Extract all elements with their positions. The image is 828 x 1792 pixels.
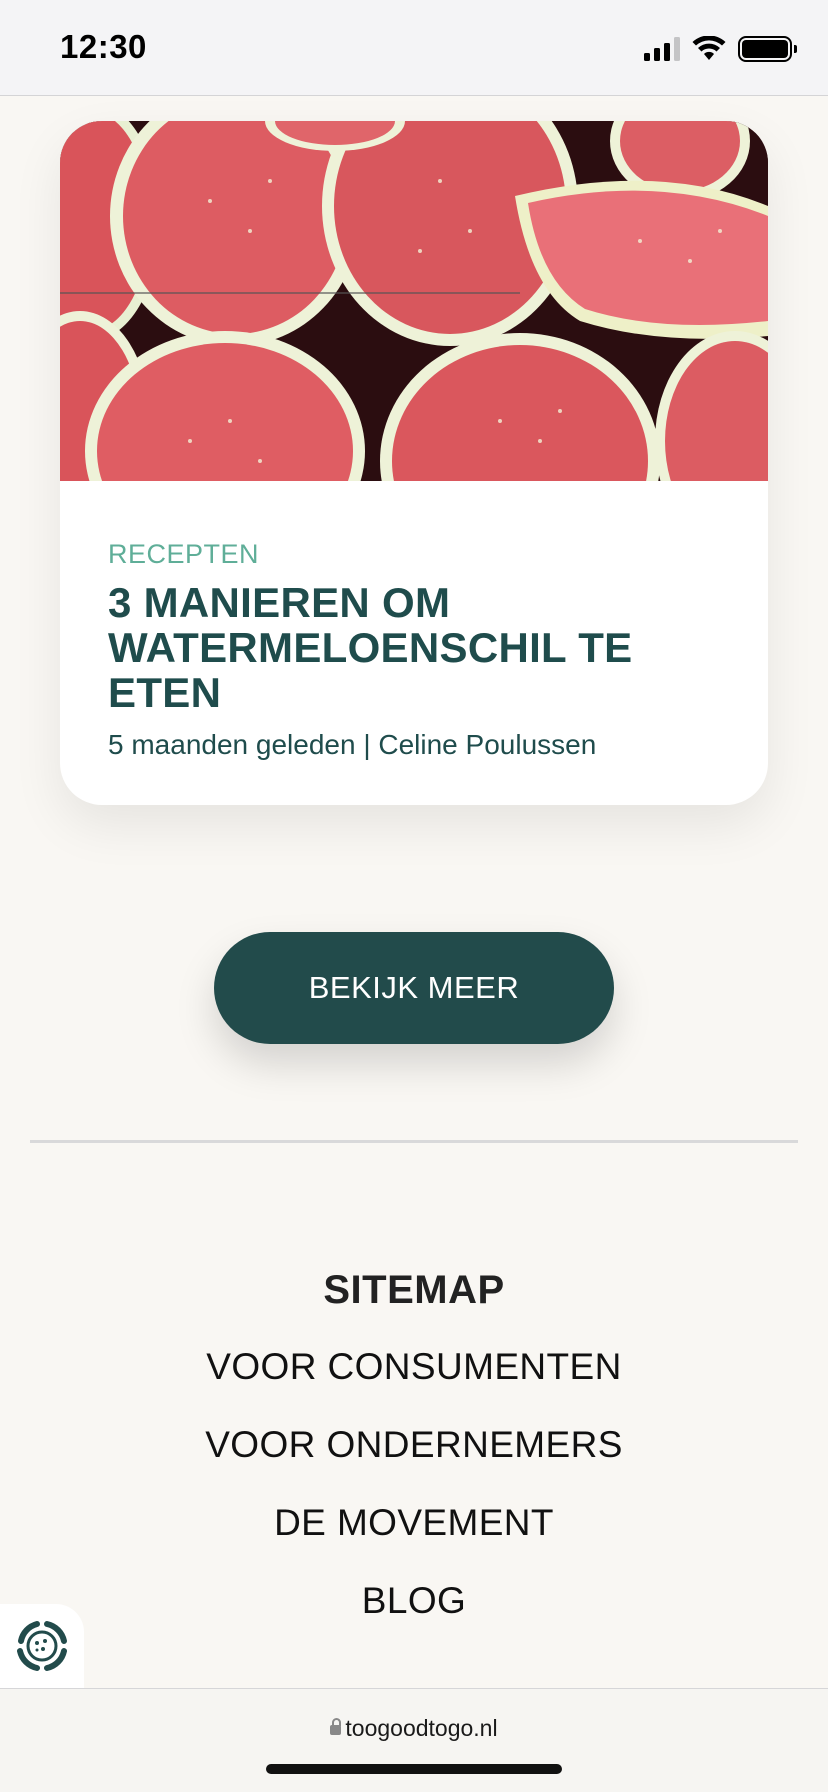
url-display[interactable]: toogoodtogo.nl	[0, 1715, 828, 1742]
battery-icon	[738, 36, 797, 62]
section-divider	[30, 1140, 798, 1143]
cellular-signal-icon	[644, 37, 680, 61]
article-category[interactable]: RECEPTEN	[108, 539, 728, 570]
view-more-button[interactable]: BEKIJK MEER	[214, 932, 614, 1044]
article-meta: 5 maanden geleden | Celine Poulussen	[108, 729, 597, 760]
sitemap-link-ondernemers[interactable]: VOOR ONDERNEMERS	[0, 1420, 828, 1498]
browser-url-bar[interactable]: toogoodtogo.nl	[0, 1688, 828, 1792]
status-bar: 12:30	[0, 0, 828, 96]
wifi-icon	[692, 36, 726, 60]
article-card[interactable]: RECEPTEN 3 MANIEREN OM WATERMELOENSCHIL …	[60, 121, 768, 805]
status-time: 12:30	[60, 28, 147, 65]
sitemap-link-blog[interactable]: BLOG	[0, 1576, 828, 1654]
sitemap-link-movement[interactable]: DE MOVEMENT	[0, 1498, 828, 1576]
article-image-watermelon	[60, 121, 768, 481]
article-card-body: RECEPTEN 3 MANIEREN OM WATERMELOENSCHIL …	[108, 539, 728, 761]
home-indicator[interactable]	[266, 1764, 562, 1774]
cookie-settings-badge[interactable]	[0, 1604, 84, 1688]
sitemap-title: SITEMAP	[323, 1268, 505, 1312]
watermelon-illustration	[60, 121, 768, 481]
sitemap-link-consumenten[interactable]: VOOR CONSUMENTEN	[0, 1342, 828, 1420]
cookie-recycle-icon	[17, 1621, 67, 1671]
status-icons	[644, 36, 797, 62]
lock-icon	[330, 1718, 342, 1735]
article-title[interactable]: 3 MANIEREN OM WATERMELOENSCHIL TE ETEN	[108, 580, 728, 715]
url-text: toogoodtogo.nl	[345, 1715, 498, 1741]
sitemap-list: VOOR CONSUMENTEN VOOR ONDERNEMERS DE MOV…	[0, 1342, 828, 1654]
